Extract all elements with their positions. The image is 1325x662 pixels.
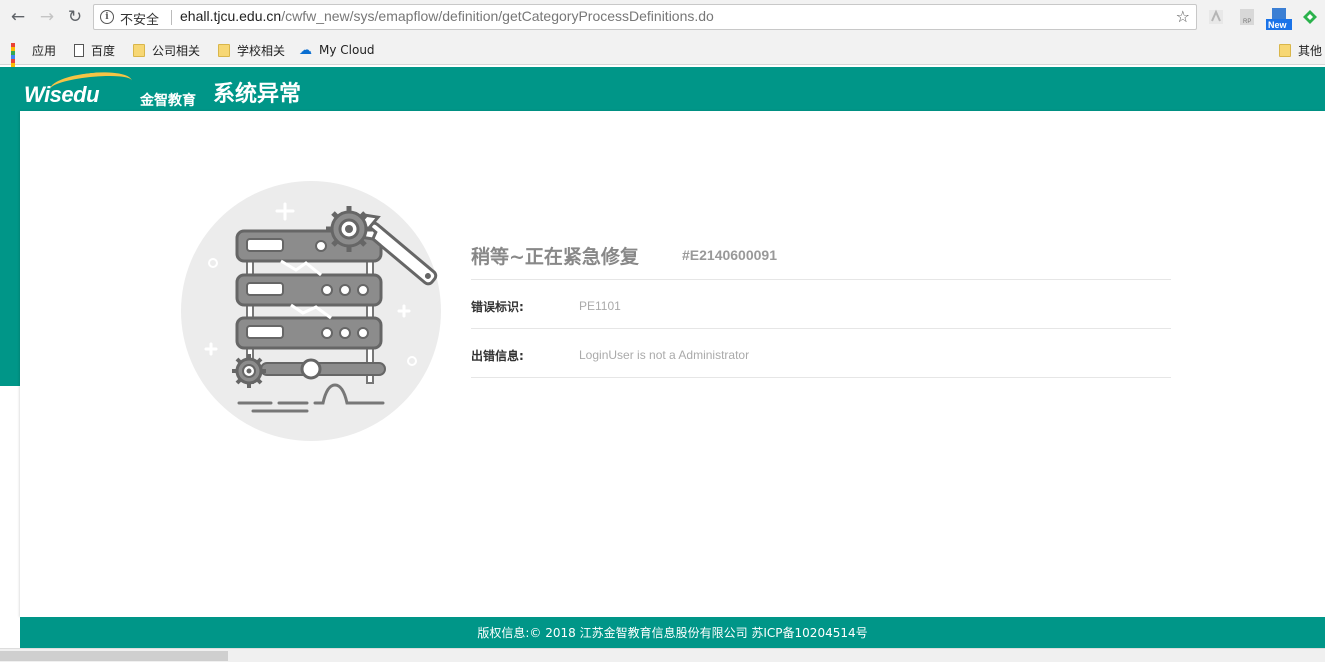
server-repair-illustration	[181, 181, 441, 441]
reload-button[interactable]: ↻	[63, 6, 87, 28]
browser-toolbar: ← → ↻ i 不安全 ehall.tjcu.edu.cn/cwfw_new/s…	[0, 0, 1325, 35]
bookmark-star-icon[interactable]: ☆	[1176, 7, 1190, 26]
address-bar[interactable]: i 不安全 ehall.tjcu.edu.cn/cwfw_new/sys/ema…	[93, 4, 1197, 30]
cloud-icon: ☁	[299, 42, 312, 58]
folder-icon	[133, 43, 145, 57]
divider	[471, 328, 1171, 329]
folder-icon	[1279, 43, 1291, 57]
pdf-icon[interactable]	[1207, 8, 1225, 26]
feedly-icon[interactable]	[1301, 8, 1319, 26]
error-heading: 稍等~正在紧急修复	[471, 246, 639, 268]
page-header	[0, 67, 1325, 111]
bookmark-label: 学校相关	[237, 43, 286, 58]
page-icon	[74, 43, 84, 57]
logo-cn: 金智教育	[140, 93, 196, 109]
url-text[interactable]: ehall.tjcu.edu.cn/cwfw_new/sys/emapflow/…	[180, 8, 714, 24]
scrollbar-thumb[interactable]	[0, 651, 228, 661]
arrow-right-icon: →	[39, 7, 55, 27]
error-message-label: 出错信息:	[471, 349, 524, 363]
bookmark-label: 其他	[1298, 43, 1323, 58]
back-button[interactable]: ←	[6, 6, 30, 28]
bookmark-school[interactable]: 学校相关	[218, 41, 285, 59]
rp-icon[interactable]: RP	[1238, 8, 1256, 26]
page-title: 系统异常	[213, 82, 302, 107]
url-divider	[171, 10, 172, 25]
bookmark-label: 公司相关	[152, 43, 201, 58]
bookmark-other[interactable]: 其他	[1279, 41, 1322, 59]
header-side-strip	[0, 111, 20, 386]
bookmark-label: 百度	[91, 43, 116, 58]
url-path: /cwfw_new/sys/emapflow/definition/getCat…	[281, 8, 714, 24]
divider	[471, 279, 1171, 280]
arrow-left-icon: ←	[10, 7, 26, 27]
forward-button[interactable]: →	[35, 6, 59, 28]
apps-grid-icon	[11, 43, 25, 79]
error-id-value: PE1101	[579, 299, 621, 313]
copyright-text: 版权信息:© 2018 江苏金智教育信息股份有限公司 苏ICP备10204514…	[477, 626, 868, 640]
bookmark-label: My Cloud	[319, 43, 375, 57]
horizontal-scrollbar[interactable]	[0, 648, 1325, 662]
bookmark-baidu[interactable]: 百度	[74, 41, 115, 59]
security-label[interactable]: 不安全	[120, 9, 159, 28]
bookmarks-bar: 应用 百度 公司相关 学校相关 ☁ My Cloud 其他	[0, 35, 1325, 79]
divider	[471, 377, 1171, 378]
url-host: ehall.tjcu.edu.cn	[180, 8, 282, 24]
bookmark-label: 应用	[32, 43, 57, 58]
error-id-label: 错误标识:	[471, 300, 524, 314]
reload-icon: ↻	[67, 7, 83, 27]
error-message-value: LoginUser is not a Administrator	[579, 348, 750, 362]
page-footer: 版权信息:© 2018 江苏金智教育信息股份有限公司 苏ICP备10204514…	[20, 617, 1325, 648]
rp-label: RP	[1243, 19, 1251, 25]
info-icon[interactable]: i	[100, 10, 114, 24]
folder-icon	[218, 43, 230, 57]
logo: Wisedu	[24, 82, 100, 107]
new-badge-label: New	[1268, 20, 1288, 30]
bookmark-company[interactable]: 公司相关	[133, 41, 200, 59]
new-badge-icon[interactable]: New	[1266, 8, 1292, 30]
bookmark-apps[interactable]: 应用	[11, 41, 57, 79]
bookmark-my-cloud[interactable]: ☁ My Cloud	[299, 41, 375, 59]
error-code: #E2140600091	[682, 247, 777, 263]
